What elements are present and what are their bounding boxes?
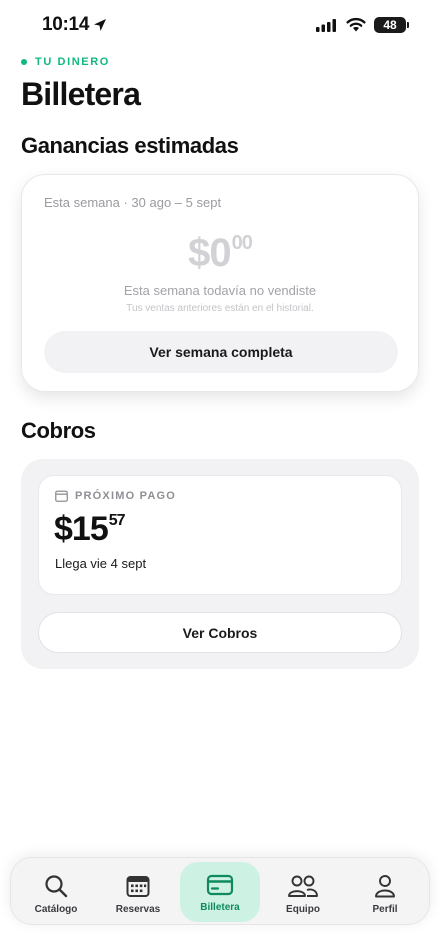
- next-payment-label: PRÓXIMO PAGO: [75, 490, 176, 502]
- earnings-amount-whole: $0: [188, 231, 231, 275]
- next-payment-header: PRÓXIMO PAGO: [55, 490, 176, 502]
- tab-reservas[interactable]: Reservas: [97, 858, 179, 926]
- status-time: 10:14: [42, 14, 90, 35]
- tab-perfil-label: Perfil: [372, 904, 398, 915]
- tab-billetera[interactable]: Billetera: [180, 862, 260, 922]
- view-payouts-button[interactable]: Ver Cobros: [38, 612, 402, 653]
- tab-catalogo-label: Catálogo: [34, 904, 78, 915]
- battery-indicator: 48: [374, 17, 406, 33]
- card-icon: [206, 874, 234, 896]
- next-payment-card[interactable]: PRÓXIMO PAGO $1557 Llega vie 4 sept: [38, 475, 402, 595]
- next-payment-amount: $1557: [54, 510, 126, 549]
- person-icon: [375, 875, 395, 898]
- tab-equipo[interactable]: Equipo: [262, 858, 344, 926]
- tab-reservas-label: Reservas: [115, 904, 161, 915]
- page-title: Billetera: [21, 76, 141, 112]
- tab-billetera-label: Billetera: [200, 902, 240, 913]
- earnings-card: Esta semana · 30 ago – 5 sept $000 Esta …: [21, 174, 419, 392]
- tab-catalogo[interactable]: Catálogo: [15, 858, 97, 926]
- view-full-week-button[interactable]: Ver semana completa: [44, 331, 398, 373]
- eyebrow-dot: [21, 59, 27, 65]
- people-icon: [288, 875, 318, 897]
- location-arrow-icon: [94, 19, 106, 31]
- section-eyebrow: TU DINERO: [21, 56, 110, 68]
- earnings-empty-message: Esta semana todavía no vendiste: [123, 283, 317, 298]
- bottom-tab-bar: Catálogo Reservas Billetera Equipo Perfi…: [10, 857, 430, 925]
- tab-perfil[interactable]: Perfil: [344, 858, 426, 926]
- eyebrow-label: TU DINERO: [35, 56, 110, 68]
- earnings-period: Esta semana · 30 ago – 5 sept: [44, 195, 222, 210]
- payouts-section-title: Cobros: [21, 418, 96, 443]
- battery-tip: [407, 22, 409, 28]
- earnings-amount-cents: 00: [231, 232, 253, 254]
- tab-equipo-label: Equipo: [286, 904, 320, 915]
- search-icon: [45, 875, 68, 898]
- payouts-card: PRÓXIMO PAGO $1557 Llega vie 4 sept Ver …: [21, 459, 419, 669]
- next-payment-amount-cents: 57: [108, 512, 126, 529]
- earnings-amount: $000: [22, 231, 418, 276]
- wifi-icon: [346, 18, 366, 32]
- calendar-icon: [126, 876, 150, 897]
- calendar-icon: [55, 490, 68, 502]
- next-payment-arrival: Llega vie 4 sept: [55, 556, 147, 571]
- earnings-section-title: Ganancias estimadas: [21, 133, 239, 158]
- earnings-history-hint: Tus ventas anteriores están en el histor…: [126, 303, 314, 314]
- next-payment-amount-whole: $15: [54, 510, 109, 548]
- cellular-signal-icon: [316, 19, 336, 32]
- status-bar: 10:14 48: [0, 0, 440, 52]
